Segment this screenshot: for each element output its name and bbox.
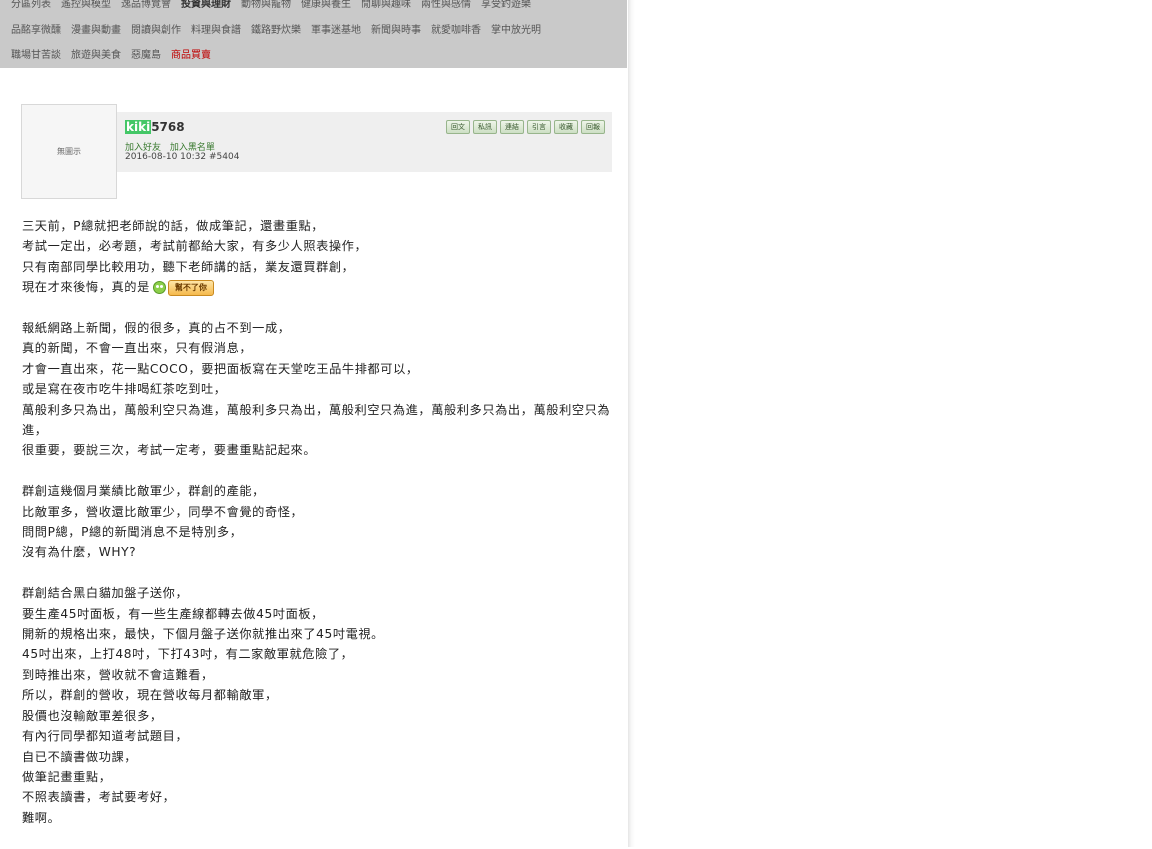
category-link[interactable]: 就愛咖啡香 [431,25,481,36]
category-link[interactable]: 分區列表 [11,0,51,10]
category-link[interactable]: 漫畫與動畫 [71,25,121,36]
category-link[interactable]: 品酩享微醺 [11,25,61,36]
username-rest: 5768 [151,120,185,134]
category-link[interactable]: 鐵路野炊樂 [251,25,301,36]
category-link[interactable]: 投資與理財 [181,0,231,10]
post-line: 股價也沒輸敵軍差很多， [22,708,163,723]
category-row-1: 分區列表 遙控與模型 逸品博覽會 投資與理財 動物與寵物 健康與養生 閒聊與趣味 兩性與感情享… [11,0,541,12]
reply-button[interactable]: 回文 [446,120,470,134]
favorite-button[interactable]: 收藏 [554,120,578,134]
post-paragraph: 報紙網路上新聞，假的很多，真的占不到一成， 真的新聞，不會一直出來，只有假消息， 才… [22,318,612,461]
post-line: 群創結合黑白貓加盤子送你， [22,586,189,601]
quote-button[interactable]: 引言 [527,120,551,134]
category-row-3: 職場甘苦談 旅遊與美食 惡魔島 商品買賣 [11,49,221,63]
post-paragraph: 三天前，P總就把老師說的話，做成筆記，還畫重點， 考試一定出，必考題，考試前都給大… [22,216,612,298]
post-line: 不照表讀書，考試要考好， [22,790,176,805]
category-link[interactable]: 掌中放光明 [491,25,541,36]
username[interactable]: kiki5768 [125,120,185,134]
post-body: 三天前，P總就把老師說的話，做成筆記，還畫重點， 考試一定出，必考題，考試前都給大… [22,216,612,849]
avatar-placeholder-text: 無圖示 [57,147,81,156]
post-line: 很重要，要說三次，考試一定考，要畫重點記起來。 [22,443,317,458]
category-link[interactable]: 新聞與時事 [371,25,421,36]
post-line: 或是寫在夜市吃牛排喝紅茶吃到吐， [22,382,227,397]
post-line: 三天前，P總就把老師說的話，做成筆記，還畫重點， [22,219,325,233]
post-line: 萬般利多只為出，萬般利空只為進，萬般利多只為出，萬般利空只為進，萬般利多只為出，… [22,402,611,438]
post-line: 問問P總，P總的新聞消息不是特別多， [22,525,243,540]
post-paragraph: 群創這幾個月業績比敵軍少，群創的產能， 比敵軍多，營收還比敵軍少，同學不會覺的奇怪… [22,481,612,563]
link-button[interactable]: 連結 [500,120,524,134]
message-button[interactable]: 私訊 [473,120,497,134]
post-line: 要生產45吋面板，有一些生產線都轉去做45吋面板， [22,606,324,621]
category-link[interactable]: 閱讀與創作 [131,25,181,36]
post-line: 有內行同學都知道考試題目， [22,729,189,744]
frog-icon [152,281,166,295]
post-line: 考試一定出，必考題，考試前都給大家，有多少人照表操作， [22,239,368,254]
post-line: 自已不讀書做功課， [22,749,138,764]
post-line: 沒有為什麼，WHY? [22,545,137,560]
post-meta: 2016-08-10 10:32 #5404 [125,152,239,162]
post-number[interactable]: #5404 [209,152,239,162]
post-action-buttons: 回文 私訊 連結 引言 收藏 回報 [446,120,605,134]
post-line: 到時推出來，營收就不會這難看， [22,667,214,682]
report-button[interactable]: 回報 [581,120,605,134]
username-highlight: kiki [125,120,152,134]
page-edge-shadow [628,0,635,847]
category-link[interactable]: 軍事迷基地 [311,25,361,36]
page-content: 分區列表 遙控與模型 逸品博覽會 投資與理財 動物與寵物 健康與養生 閒聊與趣味 兩性與感情享… [0,0,629,847]
post-line-text: 現在才來後悔，真的是 [22,280,150,295]
category-link[interactable]: 閒聊與趣味 [361,0,411,10]
category-link[interactable]: 健康與養生 [301,0,351,10]
category-link[interactable]: 動物與寵物 [241,0,291,10]
category-link[interactable]: 遙控與模型 [61,0,111,10]
category-link[interactable]: 商品買賣 [171,50,211,61]
post-timestamp: 2016-08-10 10:32 [125,152,207,162]
category-link[interactable]: 兩性與感情 [421,0,471,10]
post-line: 只有南部同學比較用功，聽下老師講的話，業友還買群創， [22,259,355,274]
category-link[interactable]: 逸品博覽會 [121,0,171,10]
user-info-panel: kiki5768 加入好友 加入黑名單 2016-08-10 10:32 #54… [117,112,612,172]
category-link[interactable]: 惡魔島 [131,50,161,61]
post-line: 45吋出來，上打48吋，下打43吋，有二家敵軍就危險了， [22,647,354,662]
post-line: 開新的規格出來，最快，下個月盤子送你就推出來了45吋電視。 [22,627,384,642]
category-bar: 分區列表 遙控與模型 逸品博覽會 投資與理財 動物與寵物 健康與養生 閒聊與趣味 兩性與感情享… [0,0,627,68]
post-line: 所以，群創的營收，現在營收每月都輸敵軍， [22,688,278,703]
category-link[interactable]: 料理與食譜 [191,25,241,36]
post-line: 真的新聞，不會一直出來，只有假消息， [22,341,253,356]
post-line: 做筆記畫重點， [22,769,112,784]
category-link[interactable]: 職場甘苦談 [11,50,61,61]
category-row-2: 品酩享微醺 漫畫與動畫 閱讀與創作 料理與食譜 鐵路野炊樂 軍事迷基地 新聞與時事 就愛咖啡香… [11,24,551,38]
post-line: 報紙網路上新聞，假的很多，真的占不到一成， [22,321,291,336]
emoticon: 幫不了你 [152,279,214,296]
post-line: 比敵軍多，營收還比敵軍少，同學不會覺的奇怪， [22,504,304,519]
avatar: 無圖示 [21,104,117,199]
post-paragraph: 群創結合黑白貓加盤子送你， 要生產45吋面板，有一些生產線都轉去做45吋面板， 開新… [22,583,612,828]
post-line-with-emoticon: 現在才來後悔，真的是 幫不了你 [22,277,612,297]
post-line: 才會一直出來，花一點COCO，要把面板寫在天堂吃王品牛排都可以， [22,361,419,376]
post-line: 群創這幾個月業績比敵軍少，群創的產能， [22,484,265,499]
emoticon-sign: 幫不了你 [167,279,214,296]
category-link[interactable]: 享受釣遊樂 [481,0,531,10]
category-link[interactable]: 旅遊與美食 [71,50,121,61]
post-line: 難啊。 [22,810,61,825]
